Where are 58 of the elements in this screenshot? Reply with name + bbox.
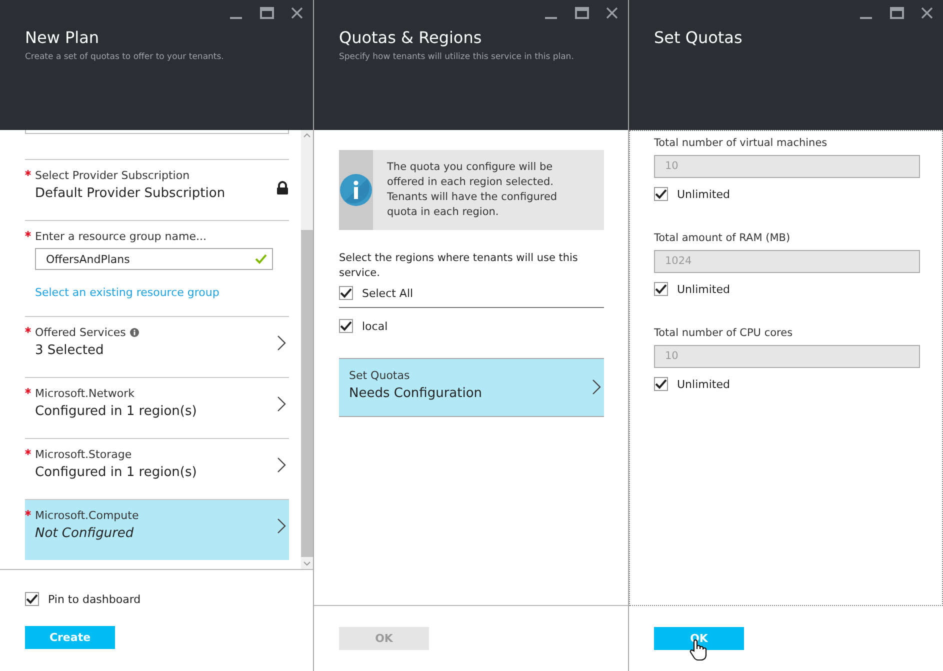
field-label: Total amount of RAM (MB) [654, 232, 792, 244]
field-label: Enter a resource group name... [35, 230, 206, 243]
blade-title: New Plan [25, 28, 100, 47]
maximize-icon[interactable] [890, 7, 904, 19]
input-field[interactable]: OffersAndPlans [35, 248, 273, 270]
chevron-icon [277, 335, 286, 351]
nav-item[interactable]: Offered Services 3 Selected [25, 316, 289, 377]
checkbox[interactable] [339, 286, 353, 300]
blade-subtitle: Specify how tenants will utilize this service in this plan. [339, 52, 575, 62]
close-icon[interactable] [606, 7, 618, 19]
field-value: Needs Configuration [349, 386, 484, 401]
checkbox-label: Unlimited [677, 188, 730, 200]
field-label: Microsoft.Compute [35, 509, 139, 522]
blade-title: Quotas & Regions [339, 28, 483, 47]
chevron-icon [592, 379, 601, 395]
checkbox-label: Pin to dashboard [48, 592, 141, 606]
checkbox-label: Unlimited [677, 378, 730, 390]
info-icon [339, 173, 373, 207]
checkbox-label: Select All [362, 286, 414, 300]
blade-title: Set Quotas [654, 28, 744, 47]
link[interactable]: Select an existing resource group [35, 286, 289, 299]
checkbox-label: Unlimited [677, 282, 730, 296]
checkbox[interactable] [25, 592, 39, 606]
close-icon[interactable] [921, 7, 933, 19]
field-label: Set Quotas [349, 369, 411, 382]
chevron-icon [277, 518, 286, 534]
input-field[interactable]: 10 [654, 345, 920, 368]
checkbox[interactable] [339, 319, 353, 333]
instruction-text: Select the regions where tenants will use this service. [339, 251, 579, 281]
field-label: Total number of CPU cores [654, 327, 794, 339]
chevron-icon [277, 396, 286, 412]
checkbox[interactable] [654, 187, 668, 201]
chevron-icon [277, 457, 286, 473]
blade-subtitle: Create a set of quotas to offer to your tenants. [25, 52, 225, 62]
checkbox-label: local [362, 320, 388, 332]
field-value: Configured in 1 region(s) [34, 404, 197, 419]
field-value: 3 Selected [34, 343, 104, 358]
input-field[interactable]: 10 [654, 155, 920, 178]
field-label: Microsoft.Storage [35, 448, 132, 461]
checkbox[interactable] [654, 377, 668, 391]
field-label: Microsoft.Network [35, 387, 134, 400]
info-text: The quota you configure will be offered in each region selected. Tenants will have the configured quota in each region. [386, 160, 558, 220]
nav-item[interactable]: Microsoft.Compute Not Configured [25, 499, 289, 560]
lock-icon [276, 181, 289, 195]
create-button[interactable]: Create [25, 626, 115, 649]
nav-item[interactable]: Microsoft.Network Configured in 1 region(s) [25, 377, 289, 438]
maximize-icon[interactable] [575, 7, 589, 19]
close-icon[interactable] [291, 7, 303, 19]
checkbox[interactable] [654, 282, 668, 296]
maximize-icon[interactable] [260, 7, 274, 19]
field-value: Configured in 1 region(s) [34, 465, 197, 480]
field-label: Total number of virtual machines [654, 137, 828, 149]
input-field[interactable]: 1024 [654, 250, 920, 273]
nav-item[interactable]: Set Quotas Needs Configuration [339, 358, 604, 417]
field-label: Select Provider Subscription [35, 169, 190, 182]
field-value: Not Configured [34, 526, 134, 541]
field-label: Offered Services [35, 326, 126, 339]
field-value: Default Provider Subscription [34, 186, 226, 201]
